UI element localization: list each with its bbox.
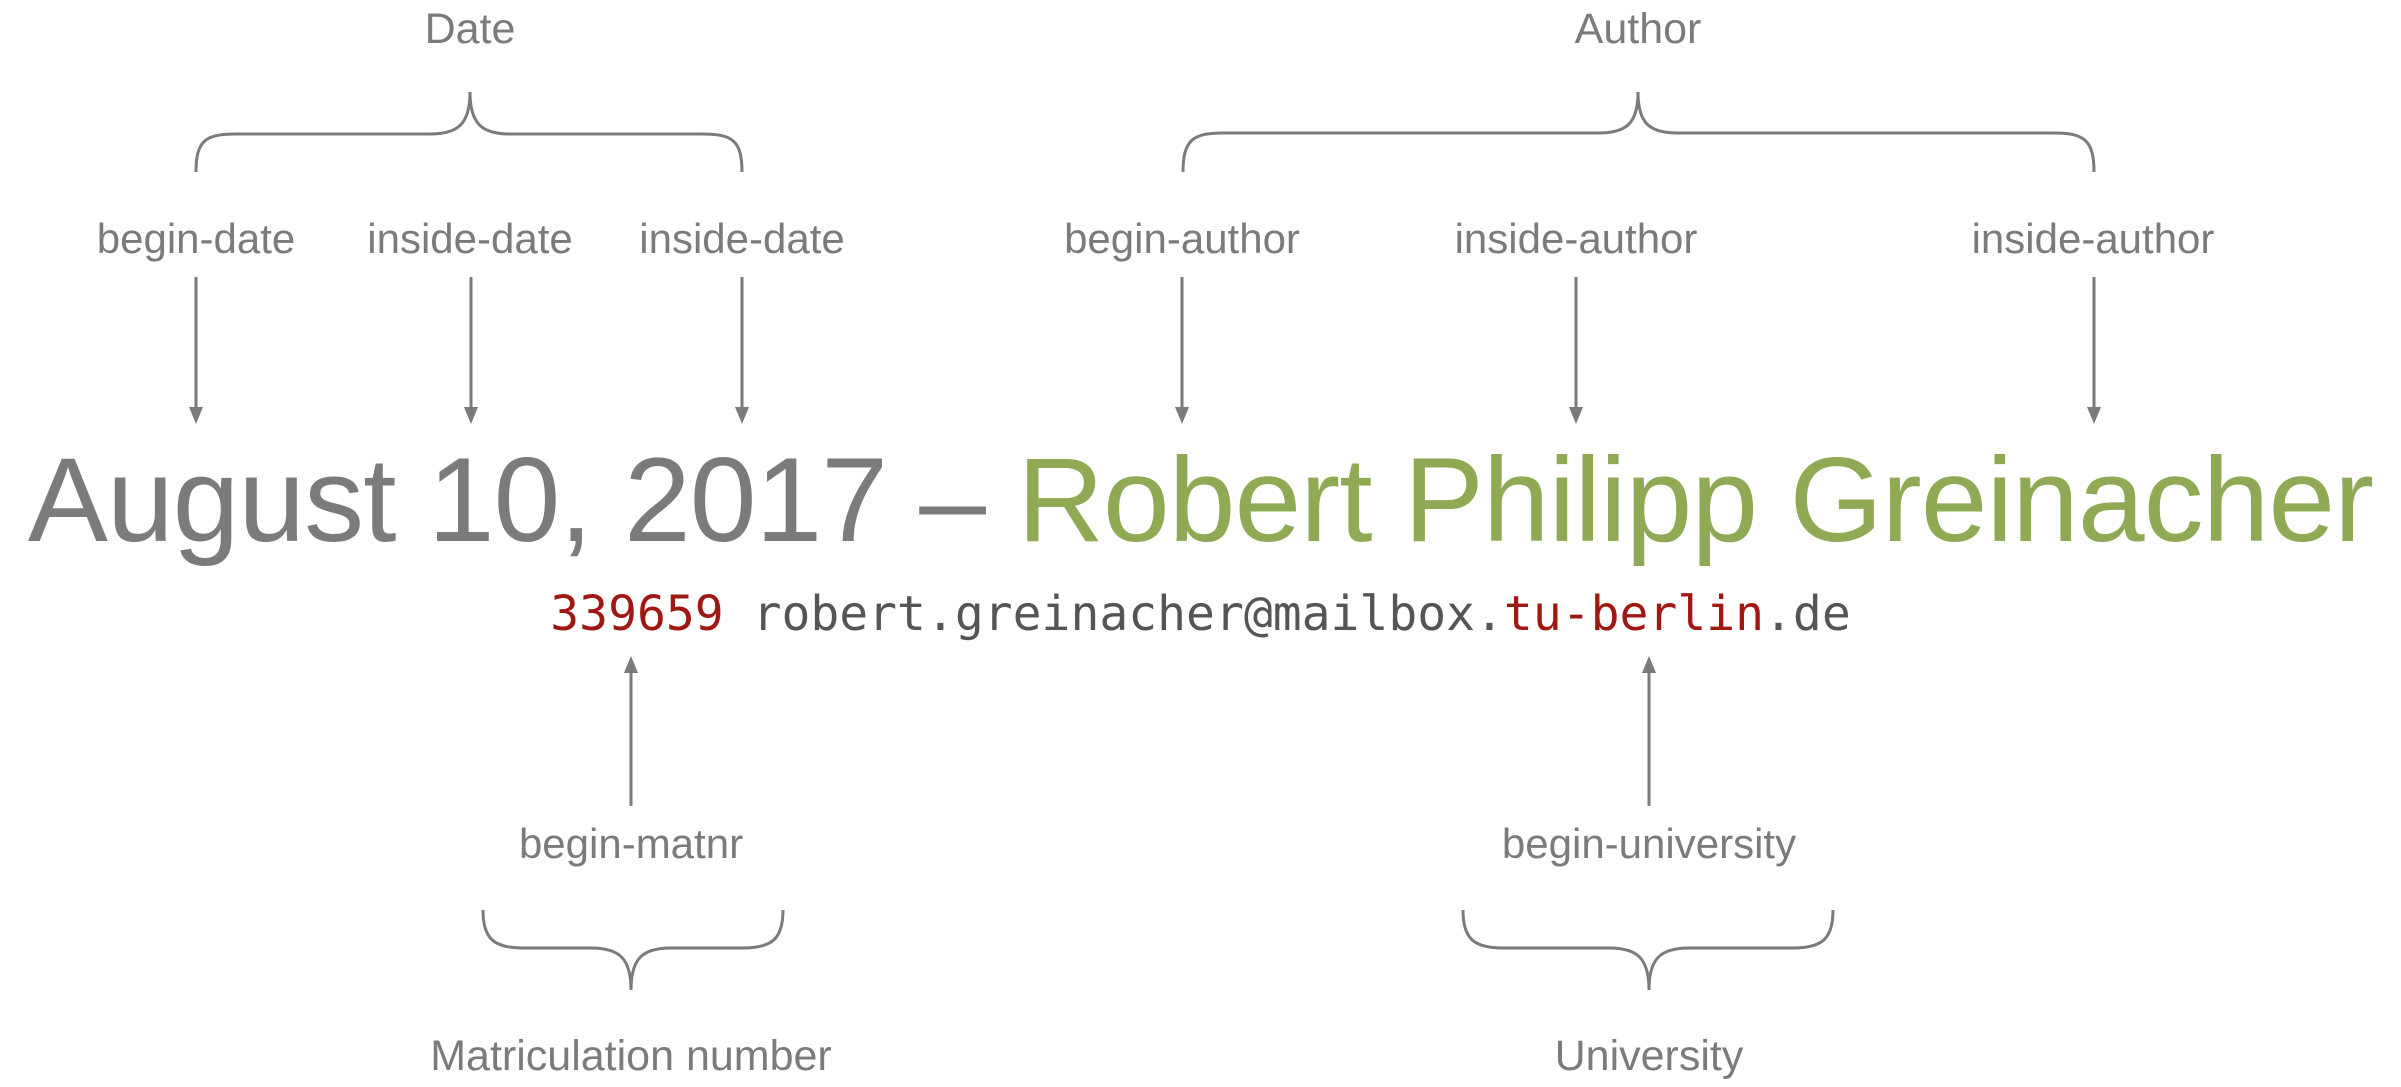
tag-inside-date-2: inside-date — [639, 215, 845, 262]
group-label-date: Date — [424, 5, 516, 53]
tag-inside-author-2: inside-author — [1971, 215, 2215, 262]
arrowhead-begin-university — [1642, 656, 1656, 673]
group-label-matnr: Matriculation number — [430, 1032, 832, 1080]
author-brace — [1181, 91, 2096, 173]
matnr-brace — [481, 909, 785, 991]
group-label-university: University — [1554, 1032, 1744, 1080]
email-end-text: .de — [1764, 586, 1851, 642]
arrowhead-begin-matnr — [624, 656, 638, 673]
date-brace — [194, 91, 744, 173]
tag-begin-university: begin-university — [1501, 820, 1797, 867]
arrowhead-inside-author-1 — [1569, 407, 1583, 424]
tag-begin-date: begin-date — [96, 215, 296, 262]
university-brace — [1461, 909, 1835, 991]
dash-separator: – — [886, 433, 1018, 567]
tag-begin-author: begin-author — [1064, 215, 1300, 262]
arrowhead-begin-author — [1175, 407, 1189, 424]
tag-begin-matnr: begin-matnr — [518, 820, 744, 867]
space-text — [724, 586, 753, 642]
matnr-email-line: 339659 robert.greinacher@mailbox.tu-berl… — [0, 590, 2401, 638]
arrowhead-inside-date-2 — [735, 407, 749, 424]
example-sentence: August 10, 2017 – Robert Philipp Greinac… — [0, 440, 2401, 560]
arrowhead-inside-author-2 — [2087, 407, 2101, 424]
author-text: Robert Philipp Greinacher — [1017, 433, 2374, 567]
ner-annotation-diagram: Date Author Matriculation number Univers… — [0, 0, 2401, 1087]
date-text: August 10, 2017 — [27, 433, 888, 567]
email-start-text: robert.greinacher@mailbox. — [752, 586, 1504, 642]
arrowhead-inside-date-1 — [464, 407, 478, 424]
matnr-text: 339659 — [550, 586, 724, 642]
arrowhead-begin-date — [189, 407, 203, 424]
university-text: tu-berlin — [1503, 586, 1765, 642]
group-label-author: Author — [1574, 5, 1702, 53]
tag-inside-date-1: inside-date — [367, 215, 573, 262]
tag-inside-author-1: inside-author — [1454, 215, 1698, 262]
